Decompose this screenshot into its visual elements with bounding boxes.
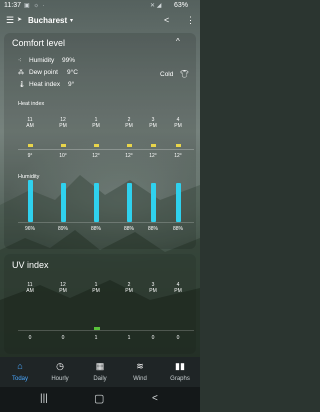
more-options-icon[interactable]: ⋮ [186, 15, 195, 26]
uv-value-cell: 1 [94, 335, 98, 341]
clock-icon: ◷ [56, 361, 64, 371]
uv-value-cell: 0 [151, 335, 155, 341]
city-name[interactable]: Bucharest [28, 16, 67, 25]
signal-icons: ✕ ◢ [150, 3, 162, 9]
bar-chart-icon: ▮▮ [175, 361, 185, 371]
humidity-value-cell: 88% [123, 226, 134, 232]
location-arrow-icon: ➤ [17, 17, 23, 23]
hour-label: 1 PM [92, 117, 100, 129]
heat-index-dot [176, 144, 181, 147]
hour-label: 11 AM [26, 117, 34, 129]
system-nav-bar: ||| ▢ < [0, 387, 200, 412]
chevron-down-icon[interactable]: ▾ [70, 17, 73, 24]
hour-label: 2 PM [125, 117, 133, 129]
bottom-nav: ⌂ Today ◷ Hourly ▦ Daily ≋ Wind ▮▮ Graph… [0, 357, 200, 387]
uv-value-cell: 0 [176, 335, 180, 341]
menu-icon[interactable]: ☰ [6, 15, 14, 26]
battery-level: 63% [174, 2, 189, 9]
humidity-gridline [18, 222, 194, 223]
tab-label: Hourly [51, 376, 69, 382]
humidity-value-cell: 88% [90, 226, 101, 232]
hour-label: 3 PM [149, 282, 157, 294]
status-time: 11:37 [4, 2, 21, 9]
humidity-bar [28, 180, 33, 222]
humidity-bar [94, 183, 99, 222]
notification-icons: ▣ ☼ · [24, 3, 46, 9]
heat-index-value-cell: 12° [174, 153, 182, 159]
tab-wind[interactable]: ≋ Wind [120, 357, 160, 387]
humidity-value-cell: 89% [57, 226, 68, 232]
tab-hourly[interactable]: ◷ Hourly [40, 357, 80, 387]
heat-index-gridline [18, 149, 194, 150]
humidity-bar [176, 183, 181, 222]
hour-label: 1 PM [92, 282, 100, 294]
thermometer-icon: 🌡︎ [18, 82, 26, 88]
heat-index-value-cell: 9° [27, 153, 33, 159]
uv-value-cell: 0 [28, 335, 32, 341]
calendar-icon: ▦ [95, 361, 105, 371]
heat-index-chart-label: Heat index [18, 101, 45, 107]
dew-point-value: 9°C [67, 69, 78, 76]
heat-index-dot [94, 144, 99, 147]
app-header: ☰ ➤ Bucharest ▾ < ⋮ [0, 13, 200, 31]
hour-label: 2 PM [125, 282, 133, 294]
uv-value-cell: 1 [127, 335, 131, 341]
tab-label: Graphs [170, 376, 190, 382]
recent-apps-icon[interactable]: ||| [40, 393, 48, 404]
humidity-value: 99% [62, 57, 76, 64]
humidity-bar [151, 183, 156, 222]
humidity-value-cell: 96% [24, 226, 35, 232]
status-bar: 11:37 ▣ ☼ · ✕ ◢ 63% [0, 0, 200, 13]
back-icon[interactable]: < [152, 393, 158, 404]
humidity-bar [127, 183, 132, 222]
tab-label: Daily [93, 376, 107, 382]
heat-index-value-cell: 12° [92, 153, 100, 159]
home-icon: ⌂ [17, 361, 23, 371]
uv-card: UV index 11 AM 12 PM 1 PM 2 PM 3 PM 4 PM 0 0 1… [4, 254, 196, 354]
dew-point-icon: ⁂ [18, 70, 24, 76]
heat-index-value: 9° [68, 81, 75, 88]
hour-label: 11 AM [26, 282, 34, 294]
wind-icon: ≋ [136, 361, 144, 371]
humidity-value-cell: 88% [172, 226, 183, 232]
comfort-title: Comfort level [12, 38, 66, 48]
heat-index-value-cell: 10° [59, 153, 67, 159]
humidity-label: Humidity [29, 57, 55, 64]
heat-index-dot [61, 144, 66, 147]
tab-today[interactable]: ⌂ Today [0, 357, 40, 387]
collapse-icon[interactable]: ^ [176, 37, 180, 46]
heat-index-value-cell: 12° [149, 153, 157, 159]
uv-title: UV index [12, 260, 49, 270]
tab-label: Wind [133, 376, 147, 382]
uv-value-cell: 0 [61, 335, 65, 341]
comfort-card: Comfort level ^ ⁖ Humidity 99% ⁂ Dew poi… [4, 33, 196, 249]
home-button-icon[interactable]: ▢ [94, 392, 104, 405]
tshirt-icon: 👕︎ [180, 71, 189, 78]
heat-index-dot [151, 144, 156, 147]
share-icon[interactable]: < [164, 15, 169, 25]
heat-index-label: Heat index [29, 81, 61, 88]
hour-label: 12 PM [59, 117, 67, 129]
dew-point-label: Dew point [29, 69, 58, 76]
uv-gridline [18, 330, 194, 331]
hour-label: 12 PM [59, 282, 67, 294]
hour-label: 4 PM [174, 117, 182, 129]
heat-index-value-cell: 12° [125, 153, 133, 159]
humidity-value-cell: 88% [147, 226, 158, 232]
tab-label: Today [11, 376, 28, 382]
uv-dot [94, 327, 100, 330]
hour-label: 3 PM [149, 117, 157, 129]
humidity-bar [61, 183, 66, 222]
hour-label: 4 PM [174, 282, 182, 294]
tab-graphs[interactable]: ▮▮ Graphs [160, 357, 200, 387]
heat-index-dot [28, 144, 33, 147]
feel-label: Cold [160, 71, 174, 78]
tab-daily[interactable]: ▦ Daily [80, 357, 120, 387]
humidity-icon: ⁖ [18, 58, 22, 64]
heat-index-dot [127, 144, 132, 147]
